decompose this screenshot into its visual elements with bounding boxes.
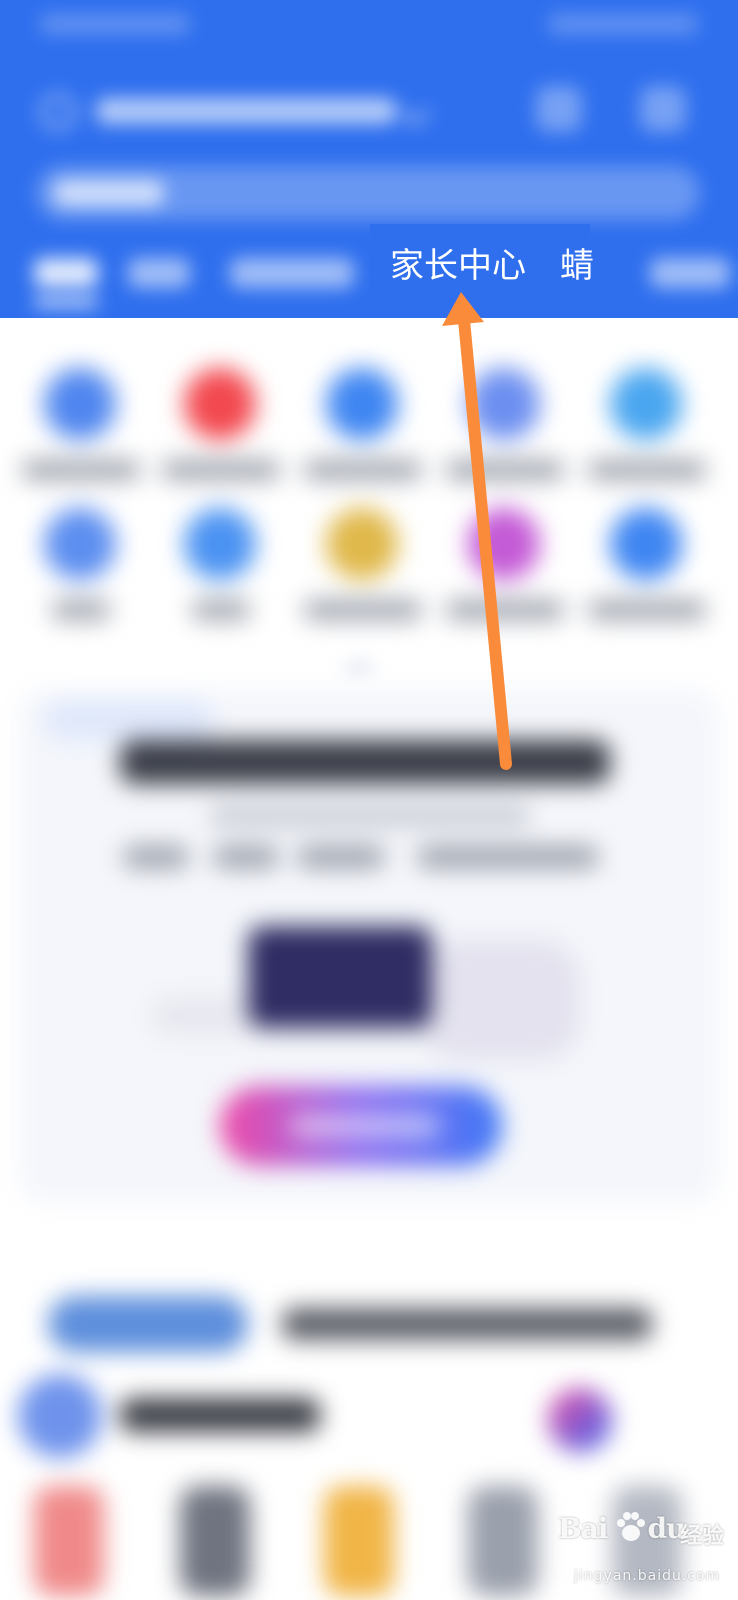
tab-home[interactable] — [34, 258, 98, 288]
settings-icon[interactable] — [640, 86, 686, 132]
promo-card[interactable] — [20, 690, 718, 1202]
promo-subtitle — [210, 806, 530, 826]
tab-sixth[interactable] — [650, 258, 730, 288]
search-bar[interactable] — [36, 166, 700, 220]
status-icons — [548, 14, 698, 34]
tab-third[interactable] — [230, 258, 354, 288]
pager-indicator — [346, 664, 372, 672]
grid-label — [52, 600, 110, 620]
bottom-card-icon[interactable] — [324, 1486, 394, 1596]
promo-feature — [214, 846, 278, 868]
grid-item[interactable] — [152, 508, 290, 648]
feature-icon — [610, 368, 682, 440]
feature-icon — [326, 368, 398, 440]
watermark-cn: 经验 — [680, 1524, 725, 1549]
message-icon[interactable] — [536, 86, 582, 132]
news-headline[interactable] — [282, 1308, 652, 1340]
promo-image-side — [420, 940, 580, 1060]
grid-label — [304, 600, 422, 620]
grid-label — [192, 600, 250, 620]
location-text — [96, 98, 396, 124]
feature-icon — [184, 368, 256, 440]
feature-icon — [44, 368, 116, 440]
feature-icon — [468, 508, 540, 580]
feature-icon — [44, 508, 116, 580]
tab-fifth[interactable]: 蜻 — [560, 246, 600, 286]
tab-active-indicator — [34, 298, 98, 306]
search-placeholder — [54, 180, 164, 206]
bottom-card-icon[interactable] — [468, 1486, 538, 1596]
promo-feature — [298, 846, 384, 868]
feature-icon — [610, 508, 682, 580]
promo-feature — [124, 846, 188, 868]
status-time — [40, 14, 190, 34]
watermark-url: jingyan.baidu.com — [574, 1568, 721, 1584]
baidu-watermark: Bai du 经验 jingyan.baidu.com — [558, 1508, 728, 1596]
bottom-card-icon[interactable] — [34, 1486, 104, 1596]
tab-parent-center[interactable]: 家长中心 — [390, 246, 526, 286]
promo-tag — [44, 700, 214, 740]
grid-item[interactable] — [152, 368, 290, 508]
promo-cta-button[interactable] — [220, 1086, 502, 1166]
app-header: 家长中心 蜻 — [0, 0, 738, 318]
grid-item[interactable] — [12, 508, 150, 648]
promo-image — [248, 926, 432, 1028]
grid-label — [588, 460, 706, 480]
promo-title — [120, 740, 610, 784]
bottom-card-icon[interactable] — [180, 1486, 250, 1596]
badge-icon[interactable] — [548, 1388, 612, 1452]
grid-label — [22, 460, 140, 480]
status-bar — [40, 14, 698, 38]
grid-label — [304, 460, 422, 480]
grid-item[interactable] — [294, 368, 432, 508]
avatar[interactable] — [18, 1374, 102, 1458]
promo-cta-label — [290, 1114, 440, 1138]
grid-item[interactable] — [436, 368, 574, 508]
feature-icon — [184, 508, 256, 580]
grid-label — [588, 600, 706, 620]
location-selector[interactable] — [40, 86, 431, 134]
chevron-down-icon — [399, 95, 431, 127]
grid-item[interactable] — [578, 508, 716, 648]
tab-second[interactable] — [128, 258, 190, 288]
grid-item[interactable] — [12, 368, 150, 508]
grid-label — [162, 460, 280, 480]
promo-feature — [418, 846, 598, 868]
grid-label — [446, 460, 564, 480]
user-name — [120, 1398, 320, 1432]
grid-item[interactable] — [294, 508, 432, 648]
grid-label — [446, 600, 564, 620]
grid-item[interactable] — [578, 368, 716, 508]
news-tag[interactable] — [48, 1296, 248, 1352]
feature-icon — [468, 368, 540, 440]
paw-icon — [617, 1512, 645, 1541]
feature-icon — [326, 508, 398, 580]
grid-item[interactable] — [436, 508, 574, 648]
location-icon — [40, 94, 76, 130]
